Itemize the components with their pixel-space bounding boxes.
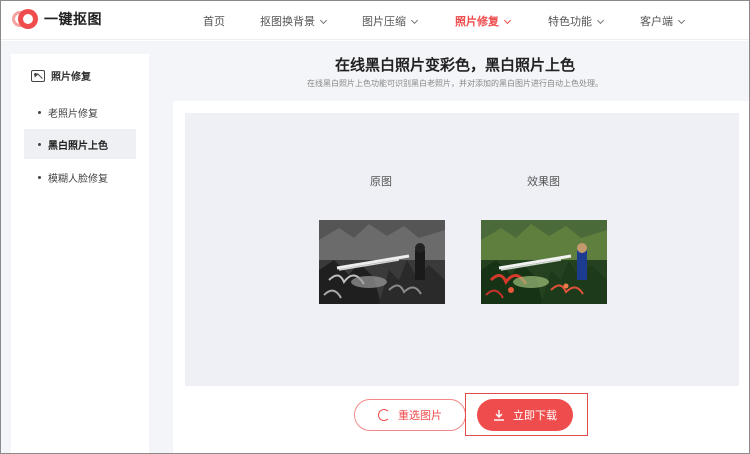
preview-area: 原图 效果图 [185,113,739,386]
sidebar-item-label: 模糊人脸修复 [48,173,108,185]
logo-icon [12,8,38,30]
nav-item-features[interactable]: 特色功能 [548,13,605,29]
result-image [481,220,607,304]
original-image [319,220,445,304]
chevron-down-icon [503,16,512,25]
top-navigation-bar: 一键抠图 首页 抠图换背景 图片压缩 照片修复 特色功能 客户端 [0,0,750,40]
download-now-button[interactable]: 立即下载 [477,399,573,431]
original-label: 原图 [370,175,392,188]
chevron-down-icon [410,16,419,25]
chevron-down-icon [596,16,605,25]
download-label: 立即下载 [513,409,557,422]
nav-item-compress[interactable]: 图片压缩 [362,13,419,29]
sidebar-item-label: 黑白照片上色 [48,140,108,152]
sidebar: 照片修复 老照片修复 黑白照片上色 模糊人脸修复 [11,54,149,454]
chevron-down-icon [319,16,328,25]
sidebar-item-old-photo-repair[interactable]: 老照片修复 [24,97,136,127]
work-card: 原图 效果图 重选图片 立即下载 [173,101,750,454]
page-title: 在线黑白照片变彩色，黑白照片上色 [334,56,575,74]
nav-item-photo-repair[interactable]: 照片修复 [455,13,512,29]
image-icon [31,69,45,82]
sidebar-item-bw-colorize[interactable]: 黑白照片上色 [24,129,136,159]
page-subtitle: 在线黑白照片上色功能可识别黑白老照片，并对添加的黑白图片进行自动上色处理。 [307,79,603,88]
bullet-dot [38,142,41,146]
bullet-dot [38,175,41,179]
reselect-label: 重选图片 [398,409,442,422]
main-panel: 在线黑白照片变彩色，黑白照片上色 在线黑白照片上色功能可识别黑白老照片，并对添加… [160,54,750,454]
nav-item-cutout[interactable]: 抠图换背景 [260,13,328,29]
download-icon [493,409,505,421]
refresh-icon [378,409,390,421]
sidebar-heading: 照片修复 [31,68,91,83]
sidebar-item-blurry-face-repair[interactable]: 模糊人脸修复 [24,162,136,192]
brand-logo[interactable]: 一键抠图 [12,8,102,30]
nav-item-client[interactable]: 客户端 [640,13,686,29]
reselect-image-button[interactable]: 重选图片 [354,399,466,431]
nav-item-home[interactable]: 首页 [203,13,225,29]
bullet-dot [38,110,41,114]
chevron-down-icon [677,16,686,25]
result-label: 效果图 [527,175,560,188]
brand-name: 一键抠图 [44,12,102,28]
sidebar-item-label: 老照片修复 [48,108,98,120]
